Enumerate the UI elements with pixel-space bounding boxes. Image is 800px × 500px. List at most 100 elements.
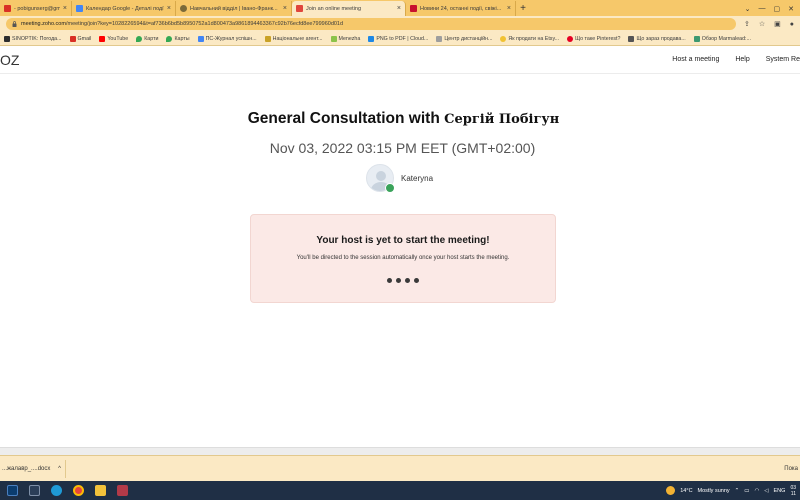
crest-icon — [180, 5, 187, 12]
download-item[interactable]: ...жалавр_....docx ^ — [0, 460, 66, 478]
chevron-up-icon[interactable]: ^ — [58, 466, 61, 472]
horizontal-scrollbar[interactable] — [0, 447, 800, 455]
host-badge-icon — [385, 183, 395, 193]
bookmark-item[interactable]: Що таке Pinterest? — [567, 35, 620, 42]
system-tray: 14°C Mostly sunny ⌃ ▭ ◠ ◁ ENG 03 11 — [666, 485, 800, 497]
close-icon[interactable]: × — [283, 5, 287, 12]
search-icon[interactable] — [7, 485, 18, 496]
chevron-down-icon[interactable]: ⌄ — [745, 5, 751, 13]
profile-icon[interactable]: ● — [790, 21, 794, 28]
maps-pin-icon — [136, 35, 143, 42]
edge-icon[interactable] — [51, 485, 62, 496]
nav-help[interactable]: Help — [735, 56, 749, 63]
calendar-icon — [76, 5, 83, 12]
close-icon[interactable]: × — [397, 5, 401, 12]
windows-taskbar: 14°C Mostly sunny ⌃ ▭ ◠ ◁ ENG 03 11 — [0, 481, 800, 500]
meeting-title: General Consultation with Сергій Побігун — [0, 110, 800, 128]
pinterest-icon — [567, 35, 574, 42]
bookmark-item[interactable]: Як продати на Etsy... — [500, 35, 559, 42]
bookmark-item[interactable]: Карти — [136, 35, 158, 42]
bookmark-icon — [264, 35, 271, 42]
participant-name: Kateryna — [401, 173, 434, 183]
file-explorer-icon[interactable] — [95, 485, 106, 496]
download-file-name: ...жалавр_....docx — [2, 466, 51, 472]
volume-icon[interactable]: ◁ — [764, 488, 768, 494]
bookmark-item[interactable]: YouTube — [99, 35, 128, 42]
lock-icon — [12, 21, 17, 27]
tab-label: - pobigunserg@gmail.. — [14, 5, 60, 12]
nav-host-a-meeting[interactable]: Host a meeting — [672, 56, 719, 63]
weather-text[interactable]: Mostly sunny — [698, 488, 730, 494]
extensions-icon[interactable]: ▣ — [774, 20, 781, 28]
sun-icon[interactable] — [666, 486, 676, 495]
close-window-icon[interactable]: ✕ — [788, 5, 794, 13]
loading-dots-icon — [387, 278, 419, 283]
browser-tab-google-calendar[interactable]: Календар Google - Деталі події × — [72, 1, 176, 16]
browser-tab-zoho-meeting[interactable]: Join an online meeting × — [292, 1, 406, 16]
app-header: OZ Host a meeting Help System Re — [0, 47, 800, 74]
browser-tab-news24[interactable]: Новини 24, останні події, свіжі... × — [406, 1, 516, 16]
task-view-icon[interactable] — [29, 485, 40, 496]
bookmark-item[interactable]: SINOPTIK: Погода... — [4, 35, 62, 42]
bookmark-item[interactable]: PNG to PDF | Cloud... — [368, 35, 428, 42]
app-logo[interactable]: OZ — [0, 52, 19, 68]
bookmarks-bar: SINOPTIK: Погода... Gmail YouTube Карти … — [0, 32, 800, 46]
minimize-icon[interactable]: — — [759, 5, 766, 12]
close-icon[interactable]: × — [167, 5, 171, 12]
show-all-downloads[interactable]: Пока — [784, 466, 798, 472]
close-icon[interactable]: × — [63, 5, 67, 12]
browser-toolbar: meeting.zoho.com/meeting/join?key=102822… — [0, 16, 800, 32]
bookmark-icon — [500, 35, 507, 42]
notice-subtitle: You'll be directed to the session automa… — [296, 255, 510, 261]
star-icon[interactable]: ☆ — [759, 20, 765, 28]
bookmark-item[interactable]: Menezha — [330, 35, 360, 42]
gmail-icon — [4, 5, 11, 12]
maps-pin-icon — [166, 35, 173, 42]
top-nav: Host a meeting Help System Re — [672, 56, 800, 63]
bookmark-item[interactable]: ПС-Журнал успішн... — [197, 35, 257, 42]
bookmark-item[interactable]: Центр дистанційн... — [436, 35, 492, 42]
youtube-icon — [99, 35, 106, 42]
bookmark-icon — [197, 35, 204, 42]
clock[interactable]: 03 11 — [790, 485, 796, 497]
bookmark-item[interactable]: Обзор Marmalead:... — [693, 35, 751, 42]
tab-label: Календар Google - Деталі події — [86, 5, 164, 12]
bookmark-item[interactable]: Національне агент... — [264, 35, 323, 42]
wifi-icon[interactable]: ◠ — [754, 488, 759, 494]
bookmark-item[interactable]: Карты — [166, 35, 190, 42]
input-language[interactable]: ENG — [774, 488, 786, 494]
meeting-host-name: Сергій Побігун — [444, 112, 560, 127]
bookmark-item[interactable]: Що зараз продава... — [628, 35, 686, 42]
tab-label: Навчальний відділ | Івано-Франк... — [190, 5, 278, 12]
toolbar-icons: ⇪ ☆ ▣ ● — [744, 20, 794, 29]
browser-tab-gmail[interactable]: - pobigunserg@gmail.. × — [0, 1, 72, 16]
browser-tab-academic-dept[interactable]: Навчальний відділ | Івано-Франк... × — [176, 1, 292, 16]
chrome-icon[interactable] — [73, 485, 84, 496]
download-bar: ...жалавр_....docx ^ Пока — [0, 455, 800, 481]
bookmark-icon — [330, 35, 337, 42]
meeting-title-prefix: General Consultation with — [247, 110, 440, 127]
bookmark-icon — [693, 35, 700, 42]
share-icon[interactable]: ⇪ — [744, 20, 750, 28]
url-text: meeting.zoho.com/meeting/join?key=102822… — [21, 21, 344, 27]
news-icon — [410, 5, 417, 12]
new-tab-button[interactable]: + — [516, 1, 530, 16]
weather-temp[interactable]: 14°C — [680, 488, 692, 494]
bookmark-item[interactable]: Gmail — [69, 35, 91, 42]
zoho-icon — [296, 5, 303, 12]
gmail-icon — [69, 35, 76, 42]
participant-row: Kateryna — [366, 164, 433, 192]
address-bar[interactable]: meeting.zoho.com/meeting/join?key=102822… — [6, 18, 736, 30]
nav-system-requirements[interactable]: System Re — [766, 56, 800, 63]
bookmark-icon — [628, 35, 635, 42]
network-icon[interactable]: ▭ — [744, 488, 749, 494]
tray-up-arrow-icon[interactable]: ⌃ — [735, 488, 740, 494]
bookmark-icon — [368, 35, 375, 42]
app-icon[interactable] — [117, 485, 128, 496]
bookmark-icon — [4, 35, 10, 42]
close-icon[interactable]: × — [507, 5, 511, 12]
notice-title: Your host is yet to start the meeting! — [316, 235, 490, 246]
maximize-icon[interactable]: ▢ — [774, 5, 781, 13]
tab-label: Новини 24, останні події, свіжі... — [420, 5, 502, 12]
waiting-notice: Your host is yet to start the meeting! Y… — [250, 214, 556, 303]
